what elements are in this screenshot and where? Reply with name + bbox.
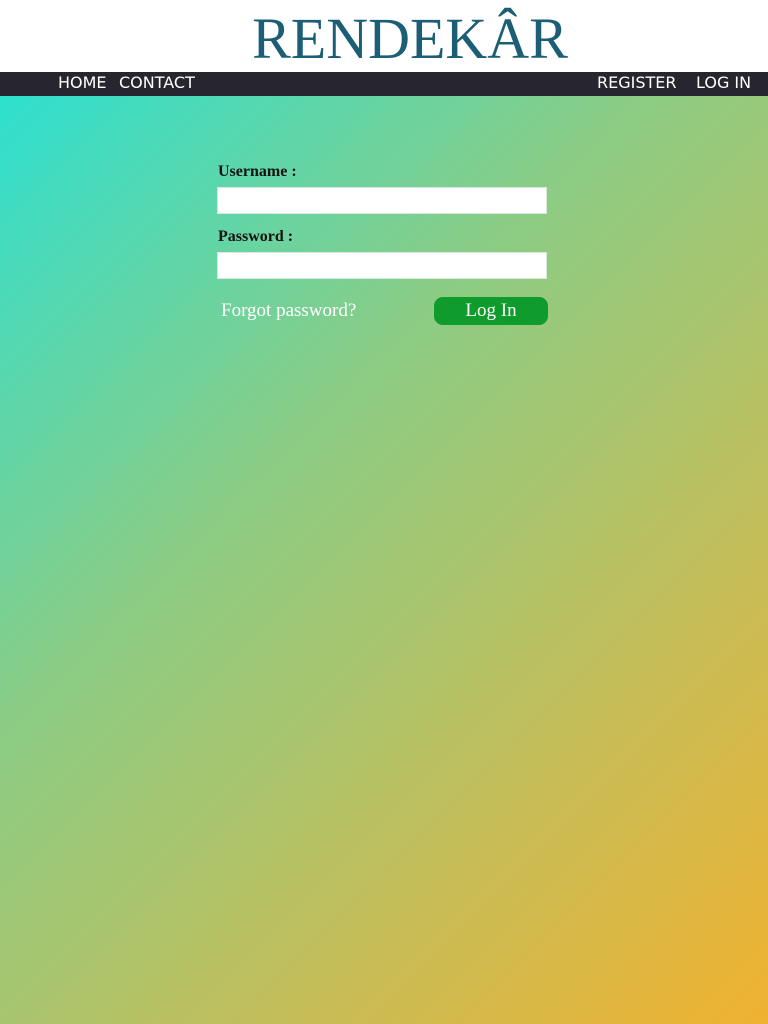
site-logo-title[interactable]: RENDEKÂR xyxy=(0,0,768,78)
password-label: Password : xyxy=(218,228,294,245)
login-page-body: Username : Password : Forgot password? L… xyxy=(0,96,768,1024)
password-input[interactable] xyxy=(217,252,547,279)
site-header: RENDEKÂR xyxy=(0,0,768,72)
nav-register-link[interactable]: REGISTER xyxy=(597,72,677,96)
top-navbar: HOME CONTACT REGISTER LOG IN xyxy=(0,72,768,96)
login-submit-button[interactable]: Log In xyxy=(434,297,548,325)
nav-home-link[interactable]: HOME xyxy=(58,72,107,96)
forgot-password-link[interactable]: Forgot password? xyxy=(221,300,356,322)
username-input[interactable] xyxy=(217,187,547,214)
nav-contact-link[interactable]: CONTACT xyxy=(119,72,195,96)
username-label: Username : xyxy=(218,163,297,180)
nav-login-link[interactable]: LOG IN xyxy=(696,72,751,96)
